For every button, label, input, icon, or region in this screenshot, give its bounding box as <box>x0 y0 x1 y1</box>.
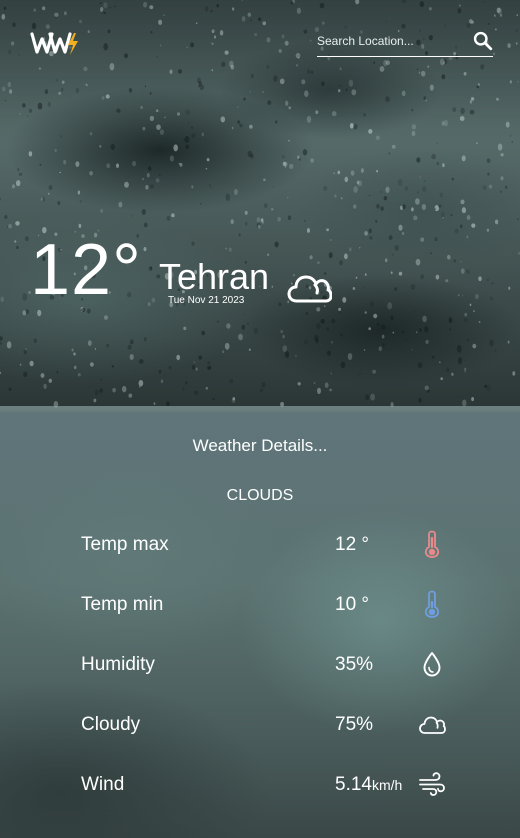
detail-row-temp-max: Temp max 12 ° <box>0 524 520 564</box>
details-condition: CLOUDS <box>226 487 294 504</box>
rainy-window-background <box>0 0 520 410</box>
detail-row-wind: Wind 5.14km/h <box>0 764 520 804</box>
search-icon[interactable] <box>472 30 493 51</box>
cloud-icon <box>287 275 332 303</box>
current-date: Tue Nov 21 2023 <box>168 295 245 306</box>
detail-label: Humidity <box>81 654 155 675</box>
droplet-icon <box>423 652 441 677</box>
detail-value: 10 ° <box>335 594 370 615</box>
detail-value: 12 ° <box>335 534 370 555</box>
detail-row-cloudy: Cloudy 75% <box>0 704 520 744</box>
app-logo[interactable] <box>30 30 80 56</box>
detail-value: 5.14km/h <box>335 774 403 795</box>
search-bar <box>317 28 493 57</box>
search-input[interactable] <box>317 31 467 51</box>
city-name: Tehran <box>159 256 270 297</box>
wind-icon <box>419 772 445 796</box>
detail-label: Temp min <box>81 594 164 615</box>
weather-app: 12° Tehran Tue Nov 21 2023 Weather Detai… <box>0 0 520 838</box>
thermometer-hot-icon <box>424 530 440 558</box>
current-temperature: 12° <box>30 230 142 310</box>
cloud-icon <box>419 716 446 734</box>
detail-label: Cloudy <box>81 714 141 735</box>
detail-value: 35% <box>335 654 374 675</box>
detail-value: 75% <box>335 714 374 735</box>
detail-row-humidity: Humidity 35% <box>0 644 520 684</box>
thermometer-cold-icon <box>424 590 440 618</box>
detail-row-temp-min: Temp min 10 ° <box>0 584 520 624</box>
details-title: Weather Details... <box>192 436 328 455</box>
detail-label: Temp max <box>81 534 169 555</box>
detail-label: Wind <box>81 774 125 795</box>
